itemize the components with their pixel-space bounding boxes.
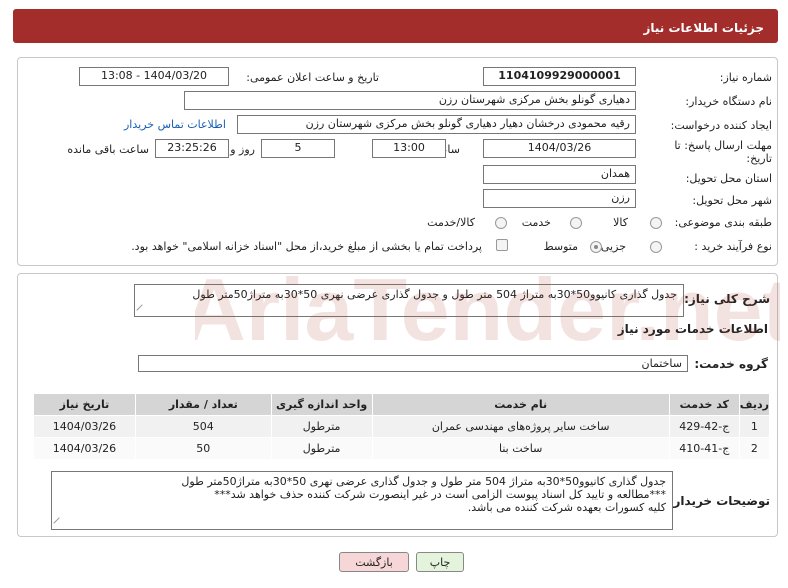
category-option-service: خدمت <box>521 216 551 229</box>
buyer-notes-line: جدول گذاری کانیوو50*30به متراژ 504 متر ط… <box>181 475 666 488</box>
purchase-type-radio-minor[interactable] <box>650 241 662 253</box>
creator-field[interactable]: رقیه محمودی درخشان دهیار دهیاری گونلو بخ… <box>237 115 636 134</box>
category-radio-service[interactable] <box>570 217 582 229</box>
cell-row-number: 2 <box>738 437 771 460</box>
category-option-goods-service: کالا/خدمت <box>427 216 475 229</box>
service-group-label: گروه خدمت: <box>694 357 768 371</box>
remaining-time-field[interactable]: 23:25:26 <box>155 139 229 158</box>
summary-resize-grip[interactable] <box>136 304 148 316</box>
announce-datetime-field[interactable]: 1404/03/20 - 13:08 <box>79 67 229 86</box>
buyer-notes-line: ***مطالعه و تایید کل اسناد پیوست الزامی … <box>214 488 666 501</box>
column-header-quantity: تعداد / مقدار <box>134 393 272 416</box>
purchase-type-radio-medium[interactable] <box>590 241 602 253</box>
column-header-unit: واحد اندازه گیری <box>270 393 373 416</box>
cell-unit: مترطول <box>270 437 373 460</box>
cell-service-code: ج-41-410 <box>668 437 740 460</box>
column-header-need-date: تاریخ نیاز <box>33 393 136 416</box>
creator-label: ایجاد کننده درخواست: <box>670 119 772 132</box>
table-row[interactable]: 1 ج-42-429 ساخت سایر پروژه‌های مهندسی عم… <box>33 415 771 438</box>
cell-service-name: ساخت سایر پروژه‌های مهندسی عمران <box>371 415 670 438</box>
page-title: جزئیات اطلاعات نیاز <box>643 21 764 35</box>
cell-service-code: ج-42-429 <box>668 415 740 438</box>
buyer-notes-resize-grip[interactable] <box>53 517 65 529</box>
purchase-type-label: نوع فرآیند خرید : <box>694 240 772 253</box>
column-header-service-code: کد خدمت <box>668 393 740 416</box>
summary-label: شرح کلی نیاز: <box>684 292 770 306</box>
treasury-payment-checkbox[interactable] <box>496 239 508 251</box>
deadline-date-field[interactable]: 1404/03/26 <box>483 139 636 158</box>
category-label: طبقه بندی موضوعی: <box>674 216 772 229</box>
purchase-type-option-minor: جزیی <box>600 240 626 253</box>
category-option-goods: کالا <box>613 216 628 229</box>
remaining-days-field[interactable]: 5 <box>261 139 335 158</box>
need-number-field[interactable]: 1104109929000001 <box>483 67 636 86</box>
summary-textarea[interactable]: جدول گذاری کانیوو50*30به متراژ 504 متر ط… <box>134 284 684 317</box>
cell-need-date: 1404/03/26 <box>33 437 136 460</box>
need-number-label: شماره نیاز: <box>719 71 772 84</box>
table-header-row: ردیف کد خدمت نام خدمت واحد اندازه گیری ت… <box>33 393 771 416</box>
service-group-field[interactable]: ساختمان <box>138 355 688 372</box>
column-header-service-name: نام خدمت <box>371 393 670 416</box>
cell-need-date: 1404/03/26 <box>33 415 136 438</box>
services-table: ردیف کد خدمت نام خدمت واحد اندازه گیری ت… <box>33 393 771 460</box>
print-button[interactable]: چاپ <box>416 552 464 572</box>
page-header: جزئیات اطلاعات نیاز <box>13 9 778 43</box>
cell-quantity: 50 <box>134 437 272 460</box>
buyer-org-label: نام دستگاه خریدار: <box>685 95 772 108</box>
cell-unit: مترطول <box>270 415 373 438</box>
deadline-label: مهلت ارسال پاسخ: تا <box>674 139 772 152</box>
buyer-contact-link[interactable]: اطلاعات تماس خریدار <box>124 118 226 131</box>
city-label: شهر محل تحویل: <box>692 194 772 207</box>
buyer-notes-textarea[interactable]: جدول گذاری کانیوو50*30به متراژ 504 متر ط… <box>51 471 673 530</box>
province-label: استان محل تحویل: <box>685 172 772 185</box>
back-button[interactable]: بازگشت <box>339 552 409 572</box>
purchase-type-option-medium: متوسط <box>543 240 578 253</box>
cell-service-name: ساخت بنا <box>371 437 670 460</box>
deadline-label-date: تاریخ: <box>746 152 772 165</box>
deadline-time-field[interactable]: 13:00 <box>372 139 446 158</box>
cell-quantity: 504 <box>134 415 272 438</box>
cell-row-number: 1 <box>738 415 771 438</box>
need-info-panel <box>17 57 778 266</box>
buyer-org-field[interactable]: دهیاری گونلو بخش مرکزی شهرستان رزن <box>184 91 636 110</box>
remaining-time-label: ساعت باقی مانده <box>67 143 149 156</box>
category-radio-goods-service[interactable] <box>495 217 507 229</box>
city-field[interactable]: رزن <box>483 189 636 208</box>
treasury-payment-note: پرداخت تمام یا بخشی از مبلغ خرید،از محل … <box>131 240 482 253</box>
announce-datetime-label: تاریخ و ساعت اعلان عمومی: <box>246 71 379 84</box>
summary-text: جدول گذاری کانیوو50*30به متراژ 504 متر ط… <box>192 288 677 301</box>
buyer-notes-line: کلیه کسورات بعهده شرکت کننده می باشد. <box>467 501 666 514</box>
remaining-days-label: روز و <box>230 143 255 156</box>
province-field[interactable]: همدان <box>483 165 636 184</box>
services-section-title: اطلاعات خدمات مورد نیاز <box>617 322 768 336</box>
table-row[interactable]: 2 ج-41-410 ساخت بنا مترطول 50 1404/03/26 <box>33 437 771 460</box>
buyer-notes-label: توضیحات خریدار: <box>668 494 770 508</box>
category-radio-goods[interactable] <box>650 217 662 229</box>
column-header-row-number: ردیف <box>738 393 771 416</box>
